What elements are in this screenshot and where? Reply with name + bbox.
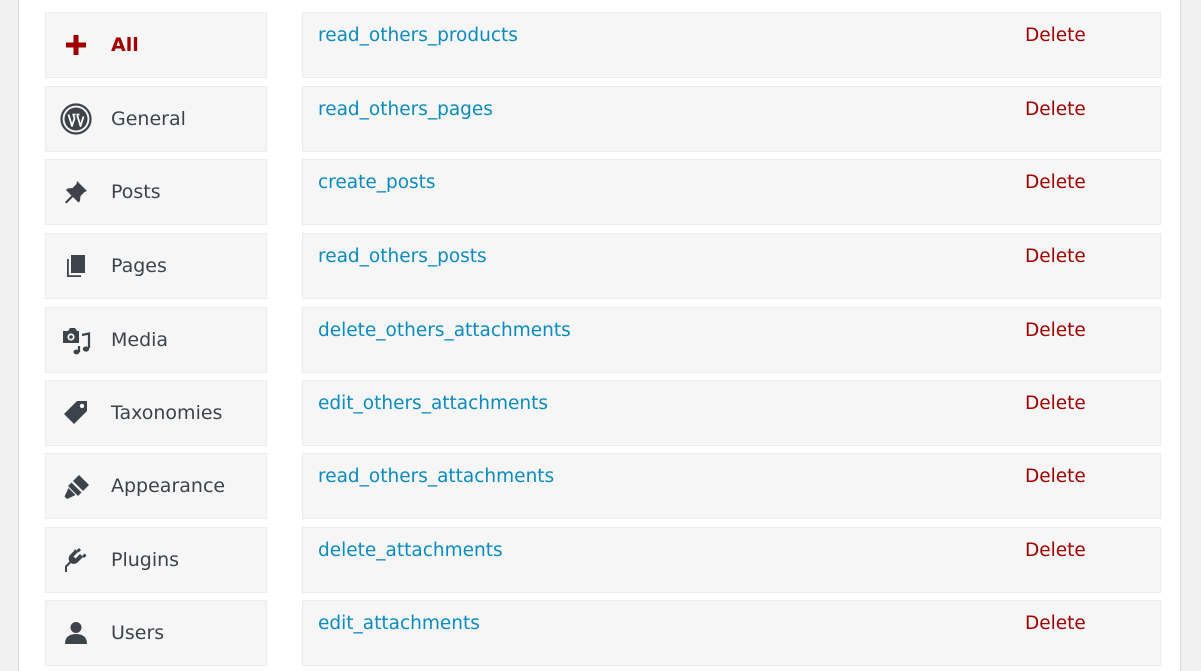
sidebar-item-all[interactable]: All [45, 12, 267, 78]
capability-link[interactable]: read_others_products [318, 25, 518, 46]
table-row: delete_others_attachments Delete [302, 307, 1161, 373]
table-row: read_others_attachments Delete [302, 453, 1161, 519]
delete-link[interactable]: Delete [1025, 613, 1086, 634]
sidebar-item-plugins[interactable]: Plugins [45, 527, 267, 593]
tag-icon [60, 397, 92, 429]
sidebar-item-label: Posts [111, 181, 161, 203]
sidebar-item-label: Taxonomies [111, 402, 223, 424]
pages-icon [60, 250, 92, 282]
capability-link[interactable]: delete_others_attachments [318, 320, 571, 341]
delete-link[interactable]: Delete [1025, 320, 1086, 341]
sidebar-item-posts[interactable]: Posts [45, 159, 267, 225]
sidebar-item-label: All [111, 34, 139, 56]
delete-link[interactable]: Delete [1025, 172, 1086, 193]
sidebar-item-taxonomies[interactable]: Taxonomies [45, 380, 267, 446]
sidebar-item-appearance[interactable]: Appearance [45, 453, 267, 519]
delete-link[interactable]: Delete [1025, 540, 1086, 561]
delete-link[interactable]: Delete [1025, 393, 1086, 414]
sidebar-item-media[interactable]: Media [45, 307, 267, 373]
capability-link[interactable]: read_others_posts [318, 246, 487, 267]
plugin-icon [60, 544, 92, 576]
table-row: read_others_posts Delete [302, 233, 1161, 299]
user-icon [60, 617, 92, 649]
capability-link[interactable]: read_others_pages [318, 99, 493, 120]
sidebar-item-label: Users [111, 622, 165, 644]
sidebar-item-label: General [111, 108, 186, 130]
delete-link[interactable]: Delete [1025, 246, 1086, 267]
sidebar-item-pages[interactable]: Pages [45, 233, 267, 299]
delete-link[interactable]: Delete [1025, 99, 1086, 120]
media-icon [60, 324, 92, 356]
paintbrush-icon [60, 470, 92, 502]
sidebar-item-users[interactable]: Users [45, 600, 267, 666]
delete-link[interactable]: Delete [1025, 466, 1086, 487]
plus-icon [60, 29, 92, 61]
table-row: delete_attachments Delete [302, 527, 1161, 593]
table-row: edit_attachments Delete [302, 600, 1161, 666]
sidebar-item-general[interactable]: General [45, 86, 267, 152]
sidebar-item-label: Media [111, 329, 169, 351]
pushpin-icon [60, 176, 92, 208]
capability-link[interactable]: delete_attachments [318, 540, 503, 561]
capability-link[interactable]: edit_attachments [318, 613, 480, 634]
capability-link[interactable]: read_others_attachments [318, 466, 554, 487]
sidebar-item-label: Plugins [111, 549, 180, 571]
capability-link[interactable]: create_posts [318, 172, 436, 193]
delete-link[interactable]: Delete [1025, 25, 1086, 46]
wordpress-icon [60, 103, 92, 135]
table-row: read_others_pages Delete [302, 86, 1161, 152]
sidebar-item-label: Pages [111, 255, 167, 277]
capability-link[interactable]: edit_others_attachments [318, 393, 548, 414]
table-row: edit_others_attachments Delete [302, 380, 1161, 446]
table-row: read_others_products Delete [302, 12, 1161, 78]
sidebar-item-label: Appearance [111, 475, 226, 497]
table-row: create_posts Delete [302, 159, 1161, 225]
